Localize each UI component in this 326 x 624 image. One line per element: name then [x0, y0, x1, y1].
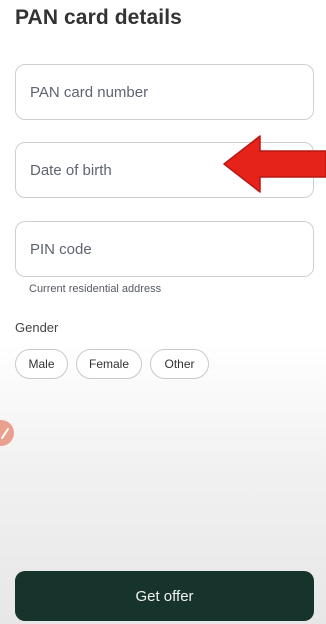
pan-number-field[interactable]	[15, 64, 314, 120]
gender-option-female[interactable]: Female	[76, 349, 142, 379]
page-title: PAN card details	[15, 6, 182, 29]
gender-option-male[interactable]: Male	[15, 349, 68, 379]
pin-code-field[interactable]	[15, 221, 314, 277]
pin-code-input[interactable]	[16, 222, 313, 276]
gender-options: Male Female Other	[15, 349, 209, 379]
gender-label: Gender	[15, 320, 59, 335]
gender-option-other[interactable]: Other	[150, 349, 209, 379]
pan-number-input[interactable]	[16, 65, 313, 119]
pencil-icon[interactable]	[0, 420, 14, 446]
get-offer-button[interactable]: Get offer	[15, 571, 314, 621]
pin-code-helper-text: Current residential address	[29, 283, 162, 295]
red-arrow-icon	[223, 135, 326, 193]
